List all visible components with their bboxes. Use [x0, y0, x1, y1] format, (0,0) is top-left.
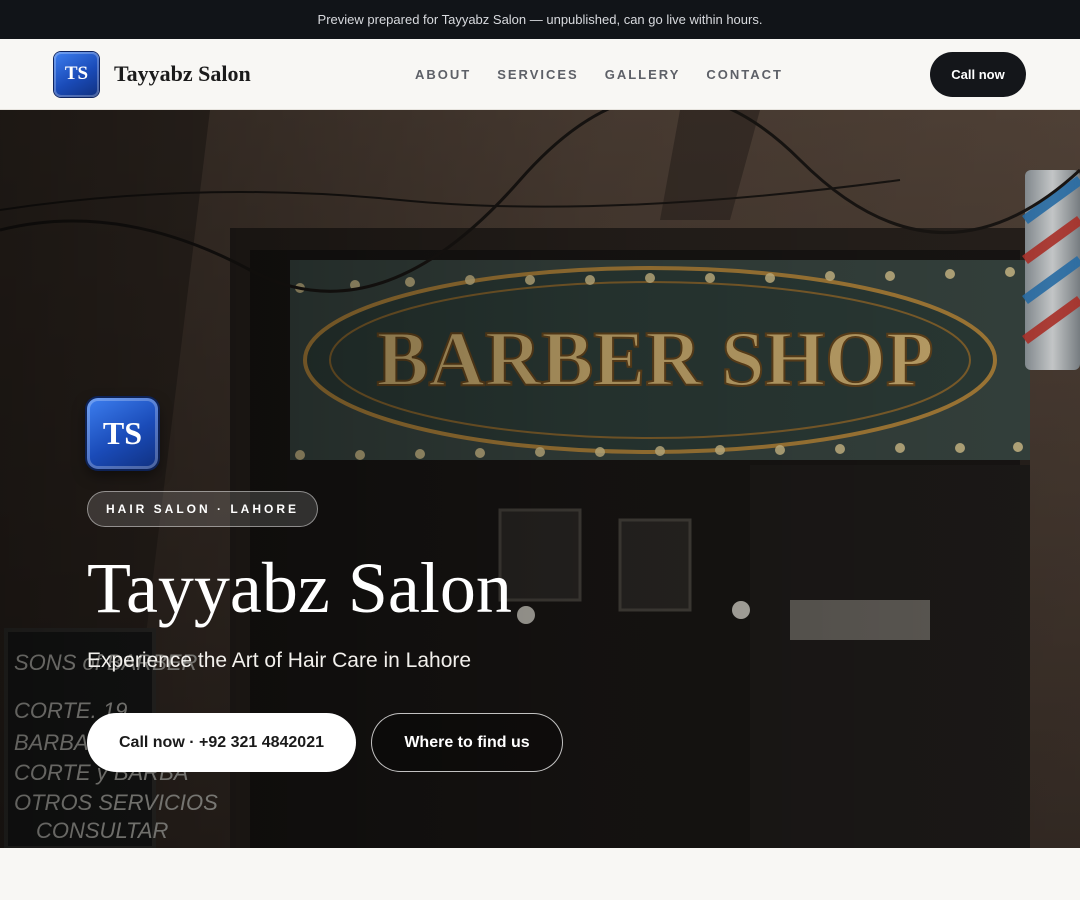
- find-us-button[interactable]: Where to find us: [371, 713, 563, 772]
- brand-name[interactable]: Tayyabz Salon: [114, 61, 251, 87]
- preview-banner: Preview prepared for Tayyabz Salon — unp…: [0, 0, 1080, 39]
- site-header: TS Tayyabz Salon ABOUT SERVICES GALLERY …: [0, 39, 1080, 110]
- hero-title: Tayyabz Salon: [87, 548, 512, 628]
- call-now-button[interactable]: Call now: [930, 51, 1026, 97]
- hero-actions: Call now · +92 321 4842021 Where to find…: [87, 713, 563, 772]
- nav-gallery[interactable]: GALLERY: [605, 67, 681, 82]
- nav-contact[interactable]: CONTACT: [706, 67, 783, 82]
- call-phone-button[interactable]: Call now · +92 321 4842021: [87, 713, 356, 772]
- category-tag: HAIR SALON · LAHORE: [87, 491, 318, 527]
- hero-content: TS HAIR SALON · LAHORE Tayyabz Salon Exp…: [87, 398, 563, 772]
- nav-services[interactable]: SERVICES: [497, 67, 579, 82]
- brand[interactable]: TS Tayyabz Salon: [54, 51, 251, 97]
- brand-logo[interactable]: TS: [54, 51, 99, 97]
- main-nav: ABOUT SERVICES GALLERY CONTACT: [415, 39, 783, 109]
- hero-section: BARBER SHOP: [0, 110, 1080, 848]
- preview-banner-text: Preview prepared for Tayyabz Salon — unp…: [317, 12, 763, 27]
- hero-logo: TS: [87, 398, 158, 469]
- nav-about[interactable]: ABOUT: [415, 67, 471, 82]
- hero-subtitle: Experience the Art of Hair Care in Lahor…: [87, 649, 472, 672]
